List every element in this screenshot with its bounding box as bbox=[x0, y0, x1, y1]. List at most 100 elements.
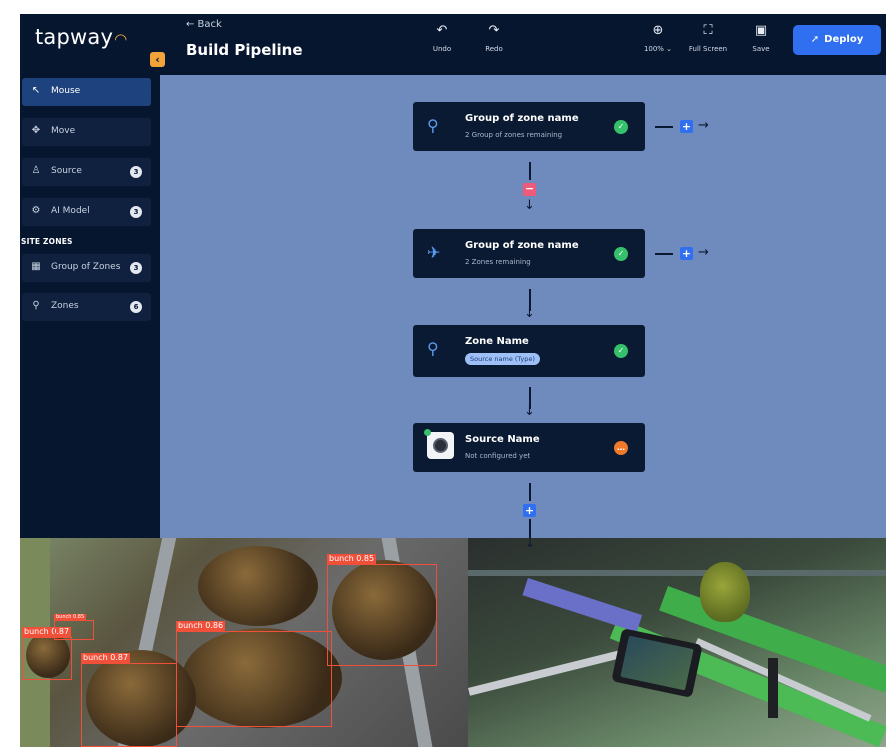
add-branch-button[interactable]: + bbox=[680, 120, 693, 133]
camera-icon bbox=[424, 429, 454, 459]
section-label-site-zones: SITE ZONES bbox=[21, 237, 73, 246]
deploy-label: Deploy bbox=[824, 34, 864, 45]
pipeline-node-group-of-zones[interactable]: ⚲ Group of zone name 2 Group of zones re… bbox=[413, 102, 645, 151]
count-badge: 3 bbox=[130, 206, 142, 218]
save-button[interactable]: ▣ Save bbox=[748, 23, 774, 53]
node-subtitle: Not configured yet bbox=[465, 452, 531, 460]
detection-box: bunch 0.87 bbox=[81, 653, 177, 747]
node-title: Source Name bbox=[465, 434, 540, 445]
redo-icon: ↷ bbox=[488, 23, 500, 38]
arrow-down-icon: ↓ bbox=[525, 536, 536, 550]
connector-line bbox=[529, 483, 531, 501]
sidebar-item-source[interactable]: ♙ Source 3 bbox=[22, 158, 151, 186]
machine-frame bbox=[468, 570, 886, 576]
detection-box: bunch 0.85 bbox=[327, 554, 437, 666]
page-title: Build Pipeline bbox=[186, 41, 303, 59]
camera-lens bbox=[433, 438, 448, 453]
wifi-icon: ◠ bbox=[114, 30, 128, 48]
collapse-sidebar-button[interactable]: ‹ bbox=[150, 52, 165, 67]
zoom-dropdown[interactable]: ⊕ 100% ⌄ bbox=[642, 23, 674, 53]
cursor-icon: ↖ bbox=[31, 85, 41, 96]
zoom-in-icon: ⊕ bbox=[652, 23, 664, 38]
tablet-screen bbox=[620, 635, 694, 691]
palm-fruit-detection-photo: bunch 0.85 bunch 0.87 bunch 0.86 bunch 0… bbox=[20, 538, 468, 747]
pipeline-node-zone[interactable]: ⚲ Zone Name Source name (Type) ✓ bbox=[413, 325, 645, 377]
count-badge: 3 bbox=[130, 166, 142, 178]
tablet-device bbox=[611, 628, 703, 698]
chip-icon: ⚙ bbox=[31, 205, 41, 216]
node-subtitle: 2 Group of zones remaining bbox=[465, 131, 563, 139]
rocket-icon: ➚ bbox=[810, 34, 820, 45]
redo-label: Redo bbox=[485, 45, 503, 53]
sidebar-item-label: Group of Zones bbox=[51, 262, 121, 272]
undo-icon: ↶ bbox=[436, 23, 448, 38]
zoom-label: 100% ⌄ bbox=[643, 45, 673, 53]
status-check-icon: ✓ bbox=[614, 247, 628, 261]
sidebar-item-label: AI Model bbox=[51, 206, 90, 216]
detection-box: bunch 0.87 bbox=[22, 627, 72, 680]
top-bar: tapway◠ ‹ ← Back Build Pipeline ↶ Undo ↷… bbox=[20, 14, 886, 75]
node-title: Group of zone name bbox=[465, 113, 579, 124]
move-icon: ✥ bbox=[31, 125, 41, 136]
count-badge: 6 bbox=[130, 301, 142, 313]
save-label: Save bbox=[752, 45, 770, 53]
detection-box: bunch 0.85 bbox=[54, 614, 94, 640]
arrow-down-icon: ↓ bbox=[524, 198, 535, 213]
arrow-down-icon: ↓ bbox=[524, 306, 535, 321]
conveyor-sorting-photo bbox=[468, 538, 886, 747]
branch-line bbox=[655, 126, 673, 128]
logo-text: tapway bbox=[35, 25, 114, 49]
palm-fruit-bunch bbox=[198, 546, 318, 626]
node-title: Zone Name bbox=[465, 336, 529, 347]
pipeline-node-source[interactable]: Source Name Not configured yet … bbox=[413, 423, 645, 472]
map-pin-icon: ⚲ bbox=[427, 339, 439, 358]
undo-button[interactable]: ↶ Undo bbox=[432, 23, 452, 53]
sidebar-item-ai-model[interactable]: ⚙ AI Model 3 bbox=[22, 198, 151, 226]
online-indicator bbox=[424, 429, 431, 436]
redo-button[interactable]: ↷ Redo bbox=[484, 23, 504, 53]
app-window: tapway◠ ‹ ← Back Build Pipeline ↶ Undo ↷… bbox=[20, 14, 886, 747]
count-badge: 3 bbox=[130, 262, 142, 274]
add-branch-button[interactable]: + bbox=[680, 247, 693, 260]
branch-line bbox=[655, 253, 673, 255]
sidebar-item-label: Zones bbox=[51, 301, 79, 311]
arrow-right-icon: → bbox=[698, 245, 709, 260]
fullscreen-icon: ⛶ bbox=[703, 23, 713, 38]
fullscreen-label: Full Screen bbox=[688, 45, 728, 53]
map-plane-icon: ✈ bbox=[427, 243, 441, 262]
logo: tapway◠ bbox=[35, 25, 127, 49]
sensor-mount bbox=[768, 658, 778, 718]
location-pin-icon: ⚲ bbox=[32, 300, 40, 311]
source-type-badge: Source name (Type) bbox=[465, 353, 540, 365]
status-check-icon: ✓ bbox=[614, 120, 628, 134]
back-link[interactable]: ← Back bbox=[186, 19, 222, 30]
sidebar-item-label: Mouse bbox=[51, 86, 81, 96]
node-subtitle: 2 Zones remaining bbox=[465, 258, 531, 266]
remove-link-button[interactable]: − bbox=[523, 183, 536, 196]
sidebar-item-mouse[interactable]: ↖ Mouse bbox=[22, 78, 151, 106]
save-icon: ▣ bbox=[754, 23, 768, 38]
fullscreen-button[interactable]: ⛶ Full Screen bbox=[686, 23, 730, 53]
sidebar-item-move[interactable]: ✥ Move bbox=[22, 118, 151, 146]
detection-box: bunch 0.86 bbox=[176, 621, 332, 727]
map-pin-stack-icon: ⚲ bbox=[427, 116, 439, 135]
arrow-down-icon: ↓ bbox=[524, 404, 535, 419]
user-location-icon: ♙ bbox=[31, 165, 41, 176]
sidebar-item-group-of-zones[interactable]: ▦ Group of Zones 3 bbox=[22, 254, 151, 282]
arrow-right-icon: → bbox=[698, 118, 709, 133]
blue-guide bbox=[522, 578, 643, 633]
example-photos: bunch 0.85 bunch 0.87 bunch 0.86 bunch 0… bbox=[20, 538, 886, 747]
pipeline-node-group-of-zones-2[interactable]: ✈ Group of zone name 2 Zones remaining ✓ bbox=[413, 229, 645, 278]
layout-icon: ▦ bbox=[31, 261, 41, 272]
sidebar-item-label: Source bbox=[51, 166, 82, 176]
detection-label: bunch 0.85 bbox=[54, 614, 87, 620]
durian-fruit bbox=[700, 562, 750, 622]
node-title: Group of zone name bbox=[465, 240, 579, 251]
add-node-button[interactable]: + bbox=[523, 504, 536, 517]
deploy-button[interactable]: ➚ Deploy bbox=[793, 25, 881, 55]
pipeline-canvas[interactable]: ⚲ Group of zone name 2 Group of zones re… bbox=[160, 75, 886, 538]
connector-line bbox=[529, 162, 531, 180]
sidebar: ↖ Mouse ✥ Move ♙ Source 3 ⚙ AI Model 3 S… bbox=[20, 75, 160, 538]
detection-label: bunch 0.86 bbox=[176, 621, 226, 631]
sidebar-item-zones[interactable]: ⚲ Zones 6 bbox=[22, 293, 151, 321]
